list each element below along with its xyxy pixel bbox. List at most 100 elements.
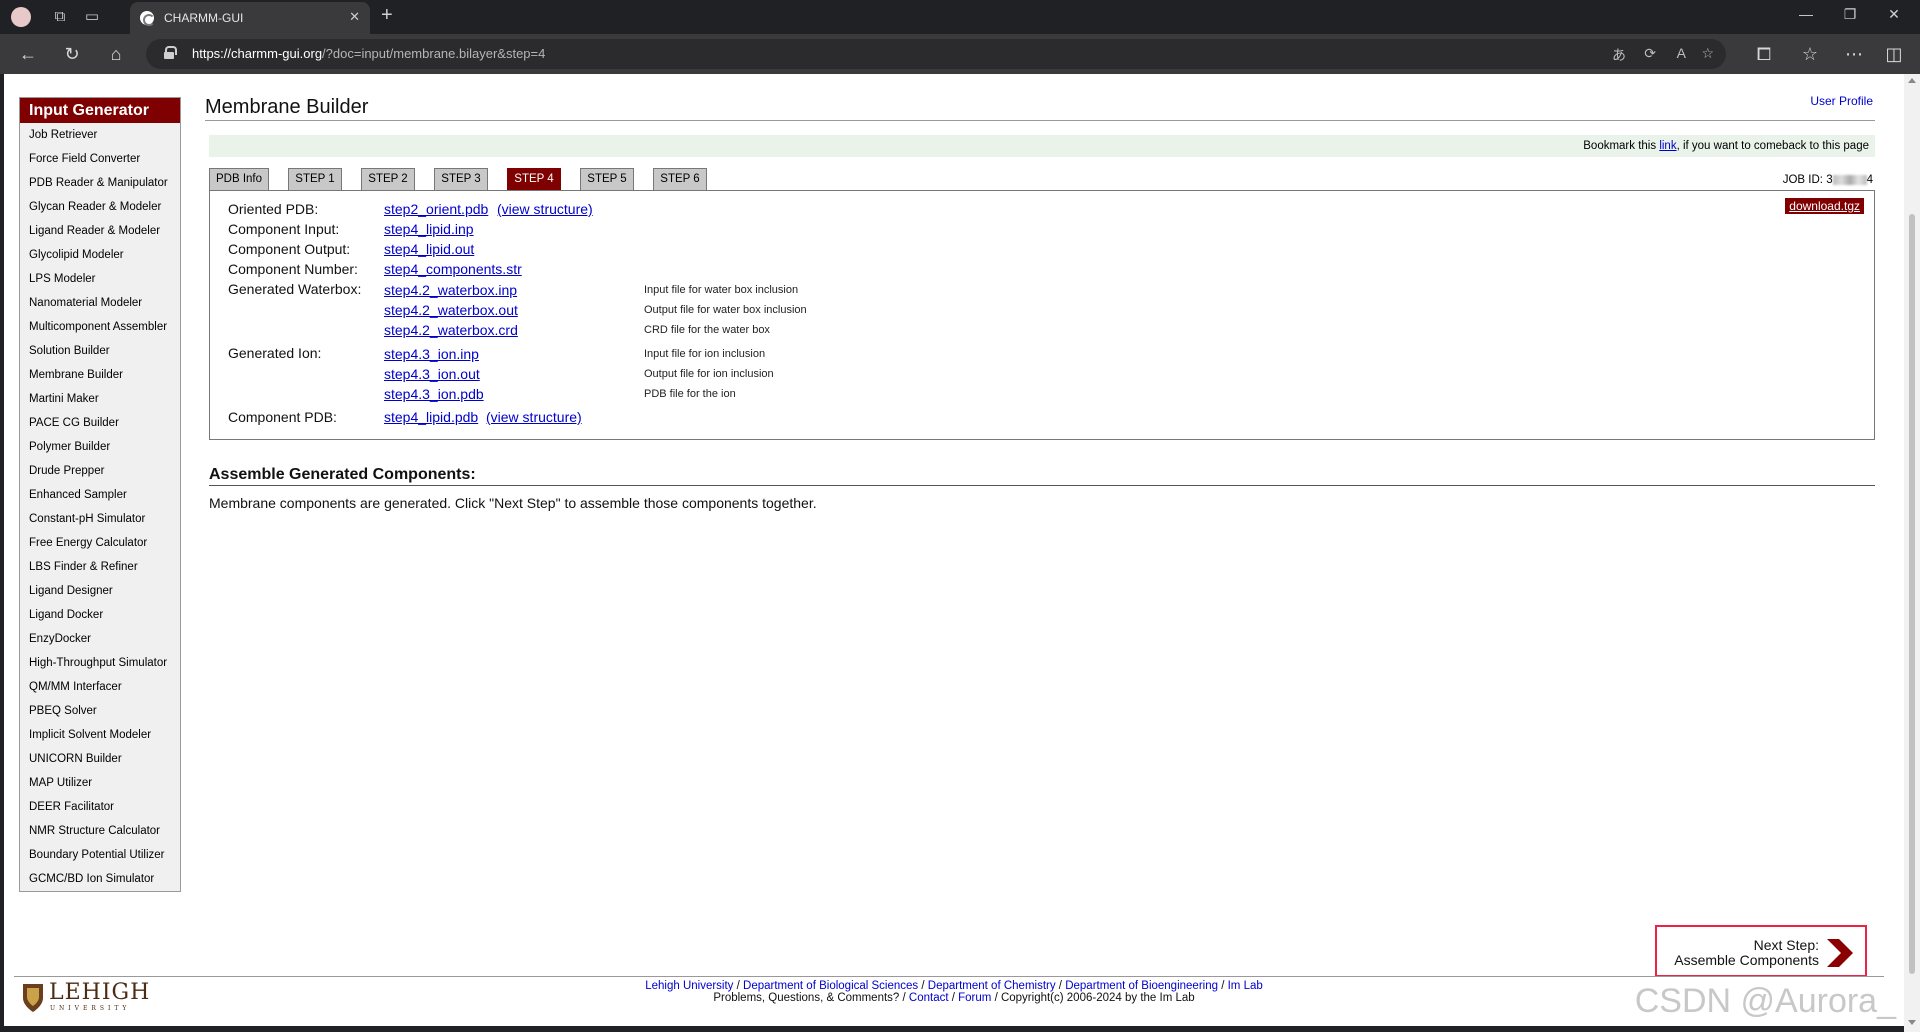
reload-icon[interactable]: ↻ [60, 43, 84, 65]
more-menu-icon[interactable]: ⋯ [1842, 43, 1866, 65]
view-structure-link[interactable]: (view structure) [497, 201, 593, 217]
component-number-link[interactable]: step4_components.str [384, 261, 522, 277]
sidebar-item[interactable]: LBS Finder & Refiner [20, 555, 180, 579]
sidebar-item[interactable]: Glycan Reader & Modeler [20, 195, 180, 219]
tab-step-6[interactable]: STEP 6 [653, 168, 707, 190]
sidebar-item[interactable]: Ligand Docker [20, 603, 180, 627]
step4-files-panel: download.tgz Oriented PDB: step2_orient.… [209, 190, 1875, 440]
footer-link-biology[interactable]: Department of Biological Sciences [743, 980, 918, 992]
sidebar-item[interactable]: EnzyDocker [20, 627, 180, 651]
sidebar-item[interactable]: High-Throughput Simulator [20, 651, 180, 675]
ion-pdb-link[interactable]: step4.3_ion.pdb [384, 386, 484, 402]
sidebar-item[interactable]: Solution Builder [20, 339, 180, 363]
user-profile-link[interactable]: User Profile [1810, 94, 1873, 108]
sidebar-item[interactable]: Drude Prepper [20, 459, 180, 483]
restore-icon[interactable]: ❐ [1830, 6, 1870, 23]
ion-out-desc: Output file for ion inclusion [644, 368, 774, 380]
favorites-icon[interactable]: ☆ [1798, 43, 1822, 65]
waterbox-crd-link[interactable]: step4.2_waterbox.crd [384, 322, 518, 338]
tab-step-2[interactable]: STEP 2 [361, 168, 415, 190]
sidebar-item[interactable]: Constant-pH Simulator [20, 507, 180, 531]
sidebar-item[interactable]: Ligand Reader & Modeler [20, 219, 180, 243]
scroll-down-icon[interactable] [1908, 1020, 1916, 1025]
view-structure-link-2[interactable]: (view structure) [486, 409, 582, 425]
sidebar-item[interactable]: PACE CG Builder [20, 411, 180, 435]
component-input-label: Component Input: [228, 221, 340, 237]
next-step-label: Next Step: Assemble Components [1674, 937, 1819, 968]
home-icon[interactable]: ⌂ [104, 43, 128, 65]
component-pdb-link[interactable]: step4_lipid.pdb [384, 409, 478, 425]
footer-forum-link[interactable]: Forum [958, 992, 991, 1004]
sidebar-item[interactable]: Glycolipid Modeler [20, 243, 180, 267]
tab-step-4[interactable]: STEP 4 [507, 168, 561, 190]
sidebar-item[interactable]: Ligand Designer [20, 579, 180, 603]
sidebar-item[interactable]: Free Energy Calculator [20, 531, 180, 555]
read-aloud-icon[interactable]: A [1677, 45, 1686, 61]
sidebar-item[interactable]: Implicit Solvent Modeler [20, 723, 180, 747]
workspaces-icon[interactable]: ⧉ [48, 5, 72, 29]
download-tgz-button[interactable]: download.tgz [1785, 198, 1864, 214]
back-icon[interactable]: ← [16, 43, 40, 65]
tab-actions-icon[interactable]: ▭ [80, 5, 104, 29]
footer-link-bioengineering[interactable]: Department of Bioengineering [1065, 980, 1218, 992]
url-text[interactable]: https://charmm-gui.org/?doc=input/membra… [192, 46, 545, 61]
refresh-sync-icon[interactable]: ⟳ [1644, 45, 1656, 62]
profile-icon[interactable] [9, 5, 33, 29]
sidebar-item[interactable]: Membrane Builder [20, 363, 180, 387]
sidebar-item[interactable]: LPS Modeler [20, 267, 180, 291]
footer-link-imlab[interactable]: Im Lab [1228, 980, 1263, 992]
waterbox-out-link[interactable]: step4.2_waterbox.out [384, 302, 518, 318]
sidebar-item[interactable]: Martini Maker [20, 387, 180, 411]
sidebar-toggle-icon[interactable]: ◫ [1882, 43, 1906, 65]
sidebar-item[interactable]: Boundary Potential Utilizer [20, 843, 180, 867]
sidebar-item[interactable]: PBEQ Solver [20, 699, 180, 723]
ion-out-link[interactable]: step4.3_ion.out [384, 366, 480, 382]
sidebar-item[interactable]: NMR Structure Calculator [20, 819, 180, 843]
translate-icon[interactable]: あ [1612, 45, 1626, 65]
next-step-button[interactable]: Next Step: Assemble Components [1655, 925, 1867, 977]
scroll-up-icon[interactable] [1908, 78, 1916, 83]
sidebar-item[interactable]: PDB Reader & Manipulator [20, 171, 180, 195]
close-window-icon[interactable]: ✕ [1874, 6, 1914, 23]
waterbox-inp-link[interactable]: step4.2_waterbox.inp [384, 282, 517, 298]
page-scrollbar[interactable] [1904, 74, 1920, 1032]
bookmark-link[interactable]: link [1659, 140, 1676, 152]
browser-tab[interactable]: CHARMM-GUI ✕ [130, 2, 370, 34]
footer-link-lehigh[interactable]: Lehigh University [645, 980, 733, 992]
sidebar-item[interactable]: Multicomponent Assembler [20, 315, 180, 339]
new-tab-icon[interactable]: + [381, 4, 393, 27]
tab-step-1[interactable]: STEP 1 [288, 168, 342, 190]
tab-pdb-info[interactable]: PDB Info [209, 168, 269, 190]
tab-step-3[interactable]: STEP 3 [434, 168, 488, 190]
bookmark-bar: Bookmark this link, if you want to comeb… [209, 135, 1875, 157]
sidebar-item[interactable]: Job Retriever [20, 123, 180, 147]
sidebar-item[interactable]: GCMC/BD Ion Simulator [20, 867, 180, 891]
close-tab-icon[interactable]: ✕ [349, 9, 360, 25]
address-bar[interactable]: https://charmm-gui.org/?doc=input/membra… [146, 39, 1726, 69]
sidebar-item[interactable]: Polymer Builder [20, 435, 180, 459]
footer-contact-link[interactable]: Contact [909, 992, 949, 1004]
component-output-link[interactable]: step4_lipid.out [384, 241, 474, 257]
tab-step-5[interactable]: STEP 5 [580, 168, 634, 190]
component-pdb-label: Component PDB: [228, 409, 337, 425]
sidebar-item[interactable]: UNICORN Builder [20, 747, 180, 771]
component-input-link[interactable]: step4_lipid.inp [384, 221, 474, 237]
redacted-job-id [1832, 174, 1867, 185]
footer-link-chemistry[interactable]: Department of Chemistry [928, 980, 1056, 992]
sidebar-item[interactable]: Enhanced Sampler [20, 483, 180, 507]
tab-title: CHARMM-GUI [164, 11, 244, 25]
extensions-icon[interactable]: ⧠ [1752, 43, 1776, 65]
sidebar-item[interactable]: MAP Utilizer [20, 771, 180, 795]
lock-icon[interactable] [164, 46, 177, 59]
minimize-icon[interactable]: — [1786, 6, 1826, 22]
sidebar-item[interactable]: QM/MM Interfacer [20, 675, 180, 699]
favorite-star-icon[interactable]: ☆ [1701, 45, 1714, 62]
ion-inp-link[interactable]: step4.3_ion.inp [384, 346, 479, 362]
scroll-thumb[interactable] [1909, 214, 1915, 974]
sidebar-item[interactable]: Nanomaterial Modeler [20, 291, 180, 315]
sidebar-item[interactable]: DEER Facilitator [20, 795, 180, 819]
oriented-pdb-link[interactable]: step2_orient.pdb [384, 201, 488, 217]
waterbox-out-desc: Output file for water box inclusion [644, 304, 807, 316]
sidebar-item[interactable]: Force Field Converter [20, 147, 180, 171]
bookmark-text-end: , if you want to comeback to this page [1676, 140, 1869, 152]
